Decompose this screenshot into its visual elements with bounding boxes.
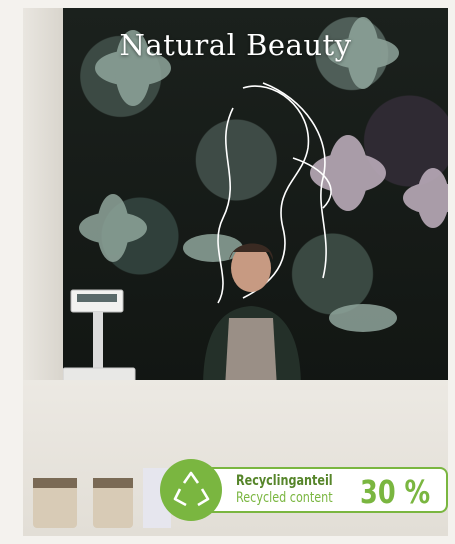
recycled-content-badge: Recyclinganteil Recycled content 30 %	[160, 459, 450, 521]
left-wall	[23, 8, 63, 388]
page-title: Natural Beauty	[119, 28, 352, 62]
shop-photo: Natural Beauty	[23, 8, 448, 536]
badge-label-en: Recycled content	[236, 490, 333, 506]
recycle-icon	[160, 459, 222, 521]
badge-label-de: Recyclinganteil	[236, 473, 333, 489]
shopkeeper	[193, 238, 343, 392]
badge-percent: 30 %	[360, 473, 431, 511]
